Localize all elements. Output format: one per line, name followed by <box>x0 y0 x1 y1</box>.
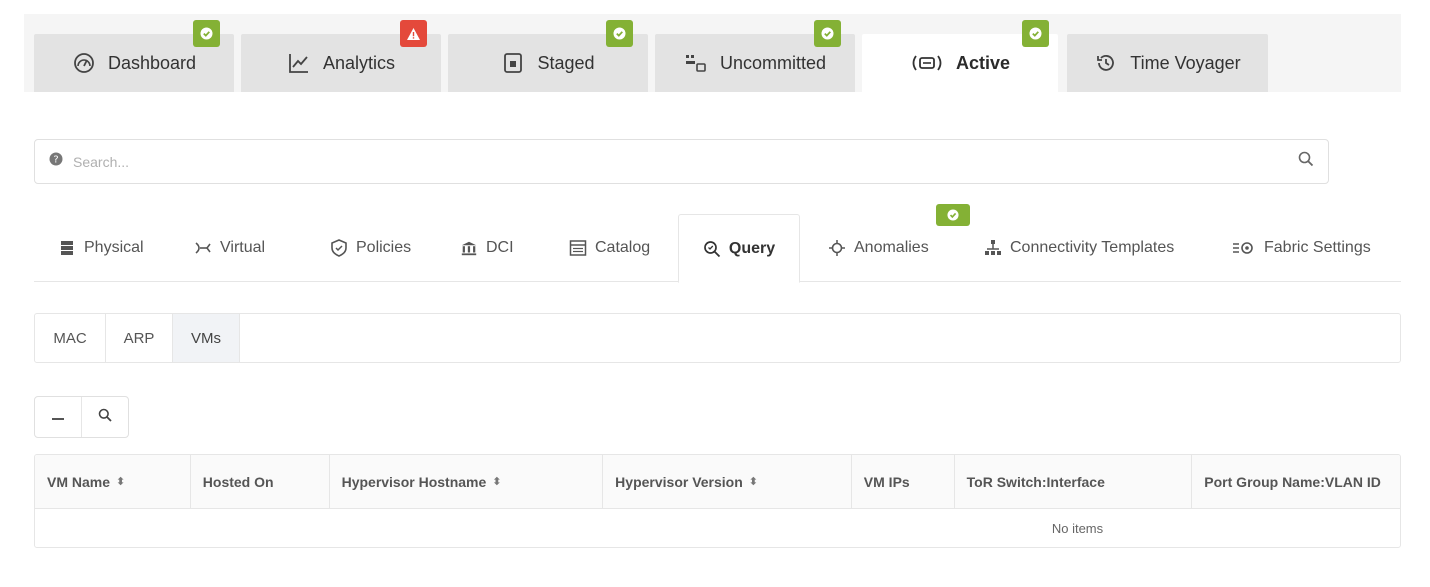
tab-dci[interactable]: DCI <box>460 214 514 282</box>
empty-state: No items <box>1051 520 1104 536</box>
col-hypervisor-version[interactable]: Hypervisor Version ⬍ <box>603 455 852 508</box>
subtab-vms[interactable]: VMs <box>173 314 240 362</box>
sort-icon[interactable]: ⬍ <box>492 475 501 488</box>
tab-label: Fabric Settings <box>1264 239 1371 256</box>
tab-label: Staged <box>537 52 595 73</box>
tab-label: Policies <box>356 239 412 256</box>
sort-icon[interactable]: ⬍ <box>116 475 125 488</box>
search-icon[interactable] <box>1298 151 1314 172</box>
svg-text:?: ? <box>53 155 58 166</box>
query-icon <box>703 240 721 258</box>
tab-label: Dashboard <box>107 52 197 73</box>
status-ok-badge <box>606 20 633 47</box>
tab-virtual[interactable]: Virtual <box>194 214 265 282</box>
col-tor-switch-interface: ToR Switch:Interface <box>955 455 1193 508</box>
analytics-icon <box>287 51 311 75</box>
table-header: VM Name ⬍ Hosted On Hypervisor Hostname … <box>35 455 1400 509</box>
tab-label: Connectivity Templates <box>1010 239 1175 256</box>
catalog-icon <box>569 239 587 257</box>
tab-query[interactable]: Query <box>678 214 800 283</box>
vm-table: VM Name ⬍ Hosted On Hypervisor Hostname … <box>34 454 1401 548</box>
section-tab-bar: Physical Virtual Policies DCI Catalog Qu… <box>34 204 1401 283</box>
search-icon <box>98 408 112 427</box>
tab-dashboard[interactable]: Dashboard <box>34 20 234 92</box>
tab-label: ARP <box>123 329 155 347</box>
minus-icon <box>51 408 65 426</box>
tab-label: DCI <box>486 239 514 256</box>
top-tab-bar: Dashboard Analytics Staged Uncommitted A… <box>24 14 1401 92</box>
subtab-mac[interactable]: MAC <box>35 314 106 362</box>
col-vm-name[interactable]: VM Name ⬍ <box>35 455 191 508</box>
tab-time-voyager[interactable]: Time Voyager <box>1067 34 1268 92</box>
tab-policies[interactable]: Policies <box>330 214 411 282</box>
tab-label: Time Voyager <box>1130 52 1241 73</box>
sub-tab-bar: MAC ARP VMs <box>34 313 1401 363</box>
tab-label: Physical <box>84 239 144 256</box>
tab-fabric-settings[interactable]: Fabric Settings <box>1232 214 1371 282</box>
col-port-group-vlan: Port Group Name:VLAN ID <box>1204 473 1381 490</box>
status-ok-badge <box>936 204 970 226</box>
fabric-settings-icon <box>1232 239 1256 257</box>
connectivity-icon <box>984 239 1002 257</box>
history-icon <box>1094 51 1118 75</box>
staged-icon <box>501 51 525 75</box>
status-ok-badge <box>1022 20 1049 47</box>
col-vm-ips: VM IPs <box>852 455 955 508</box>
collapse-button[interactable] <box>35 397 81 437</box>
tab-analytics[interactable]: Analytics <box>241 20 441 92</box>
status-ok-badge <box>814 20 841 47</box>
search-bar: ? <box>34 139 1329 184</box>
status-error-badge <box>400 20 427 47</box>
tab-label: Analytics <box>322 52 396 73</box>
tab-active[interactable]: Active <box>862 20 1058 92</box>
uncommitted-icon <box>684 51 708 75</box>
tab-catalog[interactable]: Catalog <box>569 214 650 282</box>
search-input[interactable] <box>73 153 1298 170</box>
tab-uncommitted[interactable]: Uncommitted <box>655 20 855 92</box>
tab-label: Anomalies <box>854 239 929 256</box>
shield-icon <box>330 239 348 257</box>
sort-icon[interactable]: ⬍ <box>749 475 758 488</box>
tab-physical[interactable]: Physical <box>58 214 144 282</box>
physical-icon <box>58 239 76 257</box>
subtab-arp[interactable]: ARP <box>106 314 173 362</box>
tab-label: Query <box>728 239 776 257</box>
tab-label: Uncommitted <box>719 52 827 73</box>
active-icon <box>910 51 944 75</box>
tab-label: VMs <box>191 329 221 347</box>
col-hosted-on: Hosted On <box>191 455 330 508</box>
virtual-icon <box>194 239 212 257</box>
status-ok-badge <box>193 20 220 47</box>
dashboard-icon <box>72 51 96 75</box>
table-toolbar <box>34 396 129 438</box>
tab-label: Virtual <box>220 239 266 256</box>
help-icon: ? <box>49 152 63 171</box>
tab-anomalies[interactable]: Anomalies <box>828 204 970 282</box>
tab-staged[interactable]: Staged <box>448 20 648 92</box>
tab-label: Active <box>955 52 1011 73</box>
table-search-button[interactable] <box>81 397 128 437</box>
tab-label: MAC <box>53 329 87 347</box>
tab-label: Catalog <box>595 239 651 256</box>
col-hypervisor-hostname[interactable]: Hypervisor Hostname ⬍ <box>330 455 604 508</box>
dci-icon <box>460 239 478 257</box>
tab-connectivity-templates[interactable]: Connectivity Templates <box>984 214 1174 282</box>
anomalies-icon <box>828 239 846 257</box>
